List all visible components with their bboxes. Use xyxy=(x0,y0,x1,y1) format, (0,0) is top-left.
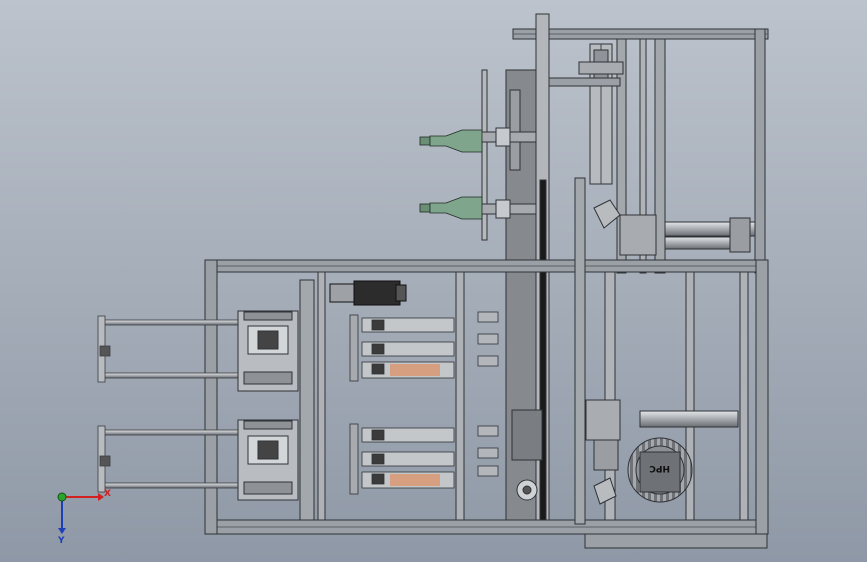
axis-y-label: Y xyxy=(57,536,65,546)
valve-bank-bottom xyxy=(349,423,455,495)
servo-motor xyxy=(329,280,407,306)
valve-bank-top xyxy=(349,314,455,382)
actuator-block-top xyxy=(237,310,299,392)
axis-x-label: X xyxy=(104,489,111,499)
logo-text: HPC xyxy=(649,463,670,473)
cad-viewport[interactable]: HPC X Y xyxy=(0,0,867,562)
actuator-block-bottom xyxy=(237,419,299,501)
machine-drawing: HPC X Y xyxy=(0,0,867,562)
